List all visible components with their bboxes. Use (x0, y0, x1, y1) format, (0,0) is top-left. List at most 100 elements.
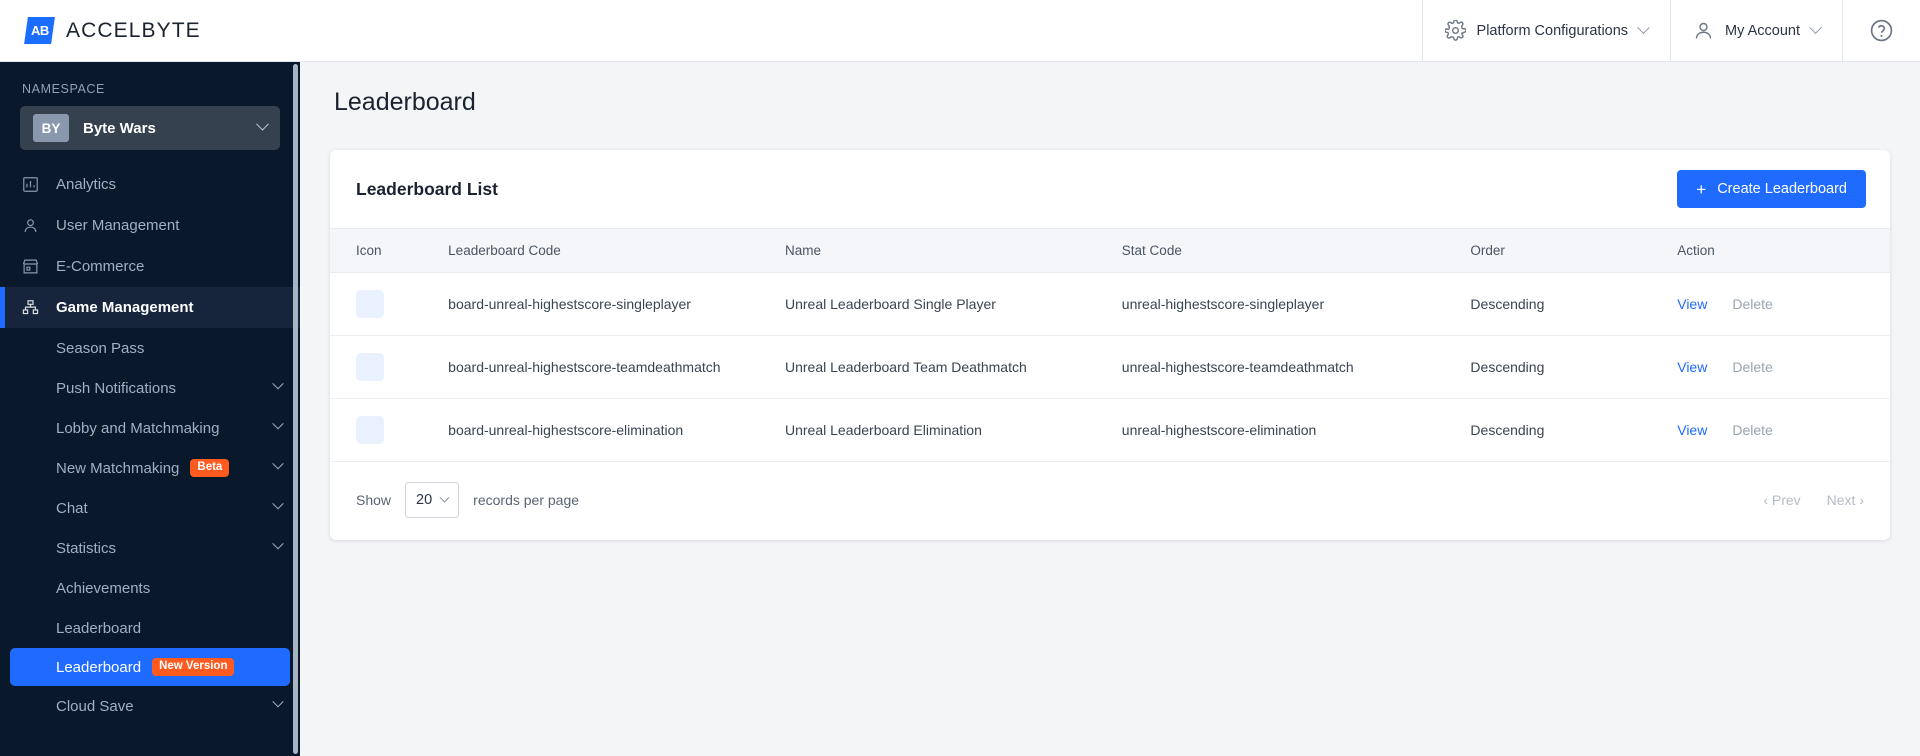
sidebar-subitem-leaderboard[interactable]: Leaderboard (0, 608, 300, 648)
sidebar-subitem-label: Leaderboard (56, 658, 142, 676)
user-icon (22, 217, 44, 234)
platform-configurations-menu[interactable]: Platform Configurations (1421, 0, 1671, 62)
row-order: Descending (1470, 335, 1678, 399)
sidebar-subitem-label: Leaderboard (56, 619, 142, 637)
help-circle-icon (1870, 19, 1893, 42)
bar-chart-icon (22, 176, 44, 193)
table-row: board-unreal-highestscore-teamdeathmatch… (330, 335, 1890, 399)
row-name: Unreal Leaderboard Single Player (784, 272, 1122, 336)
chevron-down-icon (1809, 21, 1822, 35)
sidebar-item-label: Analytics (56, 176, 117, 193)
sidebar-subitem-lobby-and-matchmaking[interactable]: Lobby and Matchmaking (0, 408, 300, 448)
row-code: board-unreal-highestscore-singleplayer (448, 272, 785, 336)
create-leaderboard-label: Create Leaderboard (1717, 181, 1847, 197)
sidebar-subitem-season-pass[interactable]: Season Pass (0, 328, 300, 368)
sidebar-subitem-label: Lobby and Matchmaking (56, 419, 220, 437)
accelbyte-logo-icon: AB (24, 17, 55, 44)
chevron-down-icon (272, 378, 284, 390)
row-order: Descending (1470, 272, 1678, 336)
namespace-label: NAMESPACE (22, 82, 105, 96)
sidebar-item-game-management[interactable]: Game Management (0, 287, 300, 328)
column-header-leaderboard-code: Leaderboard Code (448, 228, 785, 273)
sidebar-subitem-label: Achievements (56, 579, 151, 597)
row-actions: View Delete (1677, 272, 1890, 336)
help-button[interactable] (1842, 0, 1920, 62)
row-code: board-unreal-highestscore-elimination (448, 398, 785, 462)
row-icon-cell (330, 335, 449, 399)
column-header-icon: Icon (330, 228, 449, 273)
row-name: Unreal Leaderboard Team Deathmatch (784, 335, 1122, 399)
column-header-name: Name (784, 228, 1122, 273)
row-actions: View Delete (1677, 335, 1890, 399)
create-leaderboard-button[interactable]: + Create Leaderboard (1677, 170, 1866, 208)
plus-icon: + (1696, 179, 1707, 199)
sidebar-subitem-cloud-save[interactable]: Cloud Save (0, 686, 300, 726)
row-stat-code: unreal-highestscore-elimination (1121, 398, 1471, 462)
platform-configurations-label: Platform Configurations (1476, 22, 1629, 39)
gear-icon (1444, 20, 1466, 41)
sidebar-item-user-management[interactable]: User Management (0, 205, 300, 246)
sidebar: NAMESPACE BY Byte Wars Analytics User Man… (0, 62, 300, 756)
sitemap-icon (22, 299, 44, 316)
sidebar-item-e-commerce[interactable]: E-Commerce (0, 246, 300, 287)
delete-link[interactable]: Delete (1732, 422, 1772, 438)
sidebar-scrollbar[interactable] (293, 64, 298, 754)
sidebar-item-label: User Management (56, 217, 180, 234)
row-icon-cell (330, 272, 449, 336)
my-account-menu[interactable]: My Account (1670, 0, 1842, 62)
table-header: Icon Leaderboard Code Name Stat Code Order Ac… (330, 228, 1890, 273)
sidebar-subitem-chat[interactable]: Chat (0, 488, 300, 528)
sidebar-subitem-label: New Matchmaking (56, 459, 180, 477)
page-size-select[interactable]: 20 (405, 482, 460, 518)
chevron-down-icon (272, 498, 284, 510)
sidebar-subitem-push-notifications[interactable]: Push Notifications (0, 368, 300, 408)
pagination: ‹ Prev Next › (1763, 492, 1864, 508)
top-header: AB ACCELBYTE Platform Configurations My … (0, 0, 1920, 62)
namespace-selector[interactable]: BY Byte Wars (20, 106, 280, 150)
card-title: Leaderboard List (356, 178, 498, 199)
sidebar-subitem-label: Season Pass (56, 339, 145, 357)
chevron-down-icon (439, 492, 450, 503)
table-footer: Show 20 records per page ‹ Prev Next › (330, 462, 1890, 540)
sidebar-subitem-statistics[interactable]: Statistics (0, 528, 300, 568)
brand-name: ACCELBYTE (66, 18, 201, 42)
sidebar-subnav: Season Pass Push Notifications Lobby and M… (0, 328, 300, 726)
page-size-value: 20 (416, 492, 433, 508)
leaderboard-table: Icon Leaderboard Code Name Stat Code Order Ac… (330, 228, 1890, 462)
chevron-down-icon (1637, 21, 1650, 35)
view-link[interactable]: View (1677, 422, 1707, 438)
header-actions: Platform Configurations My Account (1421, 0, 1920, 62)
brand-mark-text: AB (30, 23, 49, 38)
row-actions: View Delete (1677, 398, 1890, 462)
sidebar-subitem-new-matchmaking-beta[interactable]: New Matchmaking Beta (0, 448, 300, 488)
user-icon (1695, 22, 1712, 39)
chevron-down-icon (272, 458, 284, 470)
sidebar-item-label: E-Commerce (56, 258, 145, 275)
row-code: board-unreal-highestscore-teamdeathmatch (448, 335, 785, 399)
sidebar-subitem-label: Push Notifications (56, 379, 177, 397)
view-link[interactable]: View (1677, 359, 1707, 375)
prev-page-button[interactable]: ‹ Prev (1763, 492, 1800, 508)
row-icon-cell (330, 398, 449, 462)
sidebar-subitem-tag: New Version (152, 658, 235, 676)
delete-link[interactable]: Delete (1732, 359, 1772, 375)
chevron-down-icon (272, 696, 284, 708)
view-link[interactable]: View (1677, 296, 1707, 312)
table-header-row: Icon Leaderboard Code Name Stat Code Order Ac… (330, 228, 1890, 273)
next-page-button[interactable]: Next › (1827, 492, 1864, 508)
column-header-order: Order (1470, 228, 1678, 273)
chevron-down-icon (272, 538, 284, 550)
table-row: board-unreal-highestscore-elimination Unr… (330, 398, 1890, 462)
show-label: Show (356, 492, 392, 508)
sidebar-item-analytics[interactable]: Analytics (0, 164, 300, 205)
delete-link[interactable]: Delete (1732, 296, 1772, 312)
store-icon (22, 258, 44, 275)
sidebar-subitem-achievements[interactable]: Achievements (0, 568, 300, 608)
brand-logo[interactable]: AB ACCELBYTE (0, 17, 201, 44)
leaderboard-thumbnail-icon (356, 416, 384, 444)
sidebar-subitem-leaderboard-new-version[interactable]: Leaderboard New Version (10, 648, 290, 686)
column-header-stat-code: Stat Code (1121, 228, 1471, 273)
records-per-page-label: records per page (473, 492, 580, 508)
main-content: Leaderboard Leaderboard List + Create Le… (300, 62, 1920, 756)
page-title: Leaderboard (334, 88, 476, 116)
